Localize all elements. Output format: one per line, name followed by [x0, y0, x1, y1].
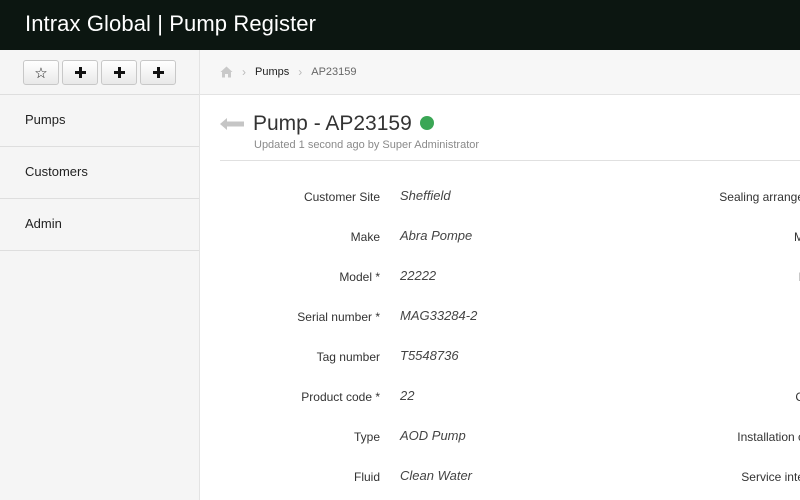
field-label-installation: Installation c	[737, 430, 800, 444]
chevron-right-icon: ›	[298, 65, 303, 79]
breadcrumb: › Pumps › AP23159	[200, 50, 800, 95]
field-value-customer-site: Sheffield	[400, 188, 451, 203]
updated-info: Updated 1 second ago by Super Administra…	[254, 139, 480, 151]
field-label-customer-site: Customer Site	[303, 190, 380, 204]
sidebar-item-label: Customers	[25, 164, 88, 179]
record-title: Pump - AP23159	[253, 112, 412, 135]
field-value-type: AOD Pump	[400, 428, 466, 443]
field-label-model: Model *	[339, 270, 380, 284]
field-value-model: 22222	[400, 268, 437, 283]
chevron-right-icon: ›	[242, 65, 246, 79]
field-value-product-code: 22	[400, 388, 415, 403]
sidebar-item-label: Pumps	[25, 112, 66, 127]
add-button-1[interactable]	[62, 60, 98, 85]
field-value-make: Abra Pompe	[400, 228, 473, 243]
plus-icon	[152, 67, 164, 78]
sidebar-item-admin[interactable]: Admin	[0, 199, 199, 251]
field-label-sealing-arrangement: Sealing arrange	[719, 190, 800, 204]
add-button-2[interactable]	[101, 60, 137, 85]
home-icon[interactable]	[220, 66, 233, 78]
field-value-serial-number: MAG33284-2	[400, 308, 478, 323]
field-value-tag-number: T5548736	[400, 348, 459, 363]
sidebar-toolbar: ☆	[0, 50, 199, 95]
right-column: Sealing arrange M I C Installation c Ser…	[600, 161, 800, 500]
sidebar-item-pumps[interactable]: Pumps	[0, 95, 199, 147]
field-label-service-interval: Service inte	[741, 470, 800, 484]
main-content: Pump - AP23159 Updated 1 second ago by S…	[200, 95, 800, 500]
breadcrumb-current: AP23159	[311, 66, 357, 78]
header-bar: Intrax Global | Pump Register	[0, 0, 800, 50]
field-label-right-6: C	[795, 390, 800, 404]
add-button-3[interactable]	[140, 60, 176, 85]
field-label-type: Type	[353, 430, 380, 444]
field-label-right-2: M	[794, 230, 800, 244]
sidebar-item-label: Admin	[25, 216, 62, 231]
field-label-make: Make	[350, 230, 380, 244]
field-label-product-code: Product code *	[301, 390, 380, 404]
field-label-tag-number: Tag number	[316, 350, 380, 364]
sidebar: ☆ Pumps Customers Admin	[0, 50, 200, 500]
plus-icon	[74, 67, 86, 78]
page-title: Pump - AP23159	[253, 112, 434, 136]
field-value-fluid: Clean Water	[400, 468, 473, 483]
breadcrumb-pumps[interactable]: Pumps	[255, 66, 289, 78]
sidebar-item-customers[interactable]: Customers	[0, 147, 199, 199]
status-indicator	[419, 116, 434, 130]
star-icon: ☆	[34, 64, 48, 82]
plus-icon	[113, 67, 125, 78]
field-label-serial-number: Serial number *	[297, 310, 380, 324]
back-arrow-icon[interactable]	[220, 117, 244, 131]
field-label-fluid: Fluid	[353, 470, 380, 484]
favorite-button[interactable]: ☆	[23, 60, 59, 85]
app-title: Intrax Global | Pump Register	[25, 11, 317, 36]
